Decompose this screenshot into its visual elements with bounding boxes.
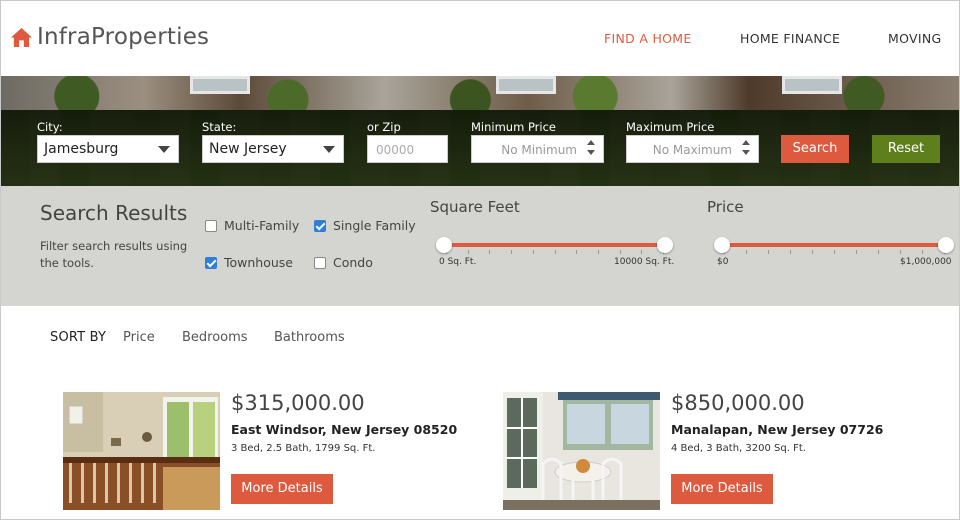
slider-tick [878, 250, 879, 254]
slider-tick [790, 250, 791, 254]
slider-tick [597, 250, 599, 254]
slider-tick [768, 250, 769, 254]
slider-max-handle[interactable] [657, 237, 673, 253]
slider-tick [900, 250, 901, 254]
slider-tick [641, 250, 643, 254]
slider-range-fill [716, 243, 950, 247]
slider-min-handle[interactable] [714, 237, 730, 253]
slider-tick [619, 250, 621, 254]
slider-range-fill [438, 243, 669, 247]
slider-tick [812, 250, 813, 254]
slider-tick [834, 250, 835, 254]
slider-tick [856, 250, 857, 254]
slider-tick [489, 250, 491, 254]
slider-min-handle[interactable] [436, 237, 452, 253]
slider-tick [922, 250, 923, 254]
slider-tick [746, 250, 747, 254]
slider-tick [511, 250, 513, 254]
slider-tick [554, 250, 556, 254]
slider-tick [576, 250, 578, 254]
slider-max-handle[interactable] [938, 237, 954, 253]
page-border [0, 0, 960, 520]
slider-tick [467, 250, 469, 254]
slider-tick [532, 250, 534, 254]
